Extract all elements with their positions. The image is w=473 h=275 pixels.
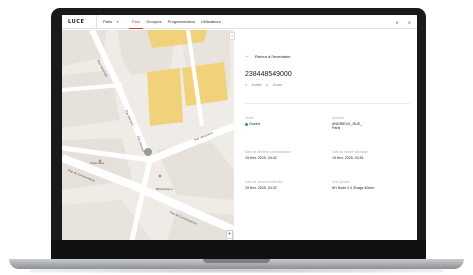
app-logo[interactable]: LUCE: [68, 19, 88, 25]
field-last-communication: Date de dernière communication 19 févr. …: [245, 150, 325, 160]
status-value: Ouvert: [249, 122, 260, 126]
nav-item-programmation[interactable]: Programmation: [165, 15, 198, 29]
map-block: [62, 70, 120, 128]
installed-icon: ⊙: [245, 83, 248, 87]
field-status: Statut Ouvert: [245, 116, 325, 126]
app-screen: LUCE Paris ▼ Parc Groupes Programmation …: [62, 15, 417, 240]
field-last-on: Date du dernier allumage 19 févr. 2025, …: [332, 150, 412, 160]
user-menu-icon[interactable]: ⊙: [408, 20, 411, 25]
map-poi-label: Bibliothèque: [156, 187, 173, 191]
nav-item-groupes[interactable]: Groupes: [143, 15, 164, 29]
field-value: Ouvert: [245, 122, 325, 126]
device-meta: ⊙ Installé ◎ Ouvert: [245, 83, 282, 87]
device-id-title: 238448549000: [245, 71, 292, 78]
field-label: Date du dernier allumage: [332, 150, 368, 154]
field-value: 19 févr. 2025, 04:32: [245, 186, 277, 190]
zoom-in-button[interactable]: +: [227, 231, 232, 238]
back-label: Retour à l'inventaire: [255, 53, 291, 59]
field-label: Date de dernière extinction: [245, 180, 284, 184]
poi-marker: [158, 174, 162, 178]
back-to-inventory-link[interactable]: ← Retour à l'inventaire: [245, 53, 290, 59]
chevron-down-icon: ▼: [116, 19, 120, 24]
nav-item-utilisateurs[interactable]: Utilisateurs: [198, 15, 224, 29]
open-icon: ◎: [265, 83, 269, 87]
device-detail-panel: ← Retour à l'inventaire 238448549000 ⊙ I…: [235, 30, 417, 240]
device-meta-open: Ouvert: [272, 83, 283, 87]
zoom-out-button[interactable]: −: [227, 238, 232, 240]
topbar-actions: fr ⊙: [396, 15, 411, 29]
field-label: Suivi produit: [332, 180, 350, 184]
laptop-notch: [203, 259, 270, 263]
field-product: Suivi produit 8H Node 2.4 Zhaga 40mm: [332, 180, 412, 190]
field-value: ANDRIEUX_RUE_ Paris: [332, 122, 363, 131]
field-value: 19 févr. 2025, 04:32: [245, 156, 277, 160]
field-label: Statut: [245, 116, 254, 120]
map-building-highlight: [182, 62, 228, 106]
field-address: Adresse ANDRIEUX_RUE_ Paris: [332, 116, 412, 130]
field-value: 8H Node 2.4 Zhaga 40mm: [332, 186, 375, 190]
map-zoom-control: + −: [226, 230, 233, 240]
map-poi-label: Pharmacie: [90, 161, 105, 165]
main-nav: Parc Groupes Programmation Utilisateurs: [129, 15, 224, 29]
map-building-highlight: [147, 68, 183, 126]
field-value: 19 févr. 2025, 03:51: [332, 156, 364, 160]
field-label: Adresse: [332, 116, 344, 120]
laptop-chin: [51, 240, 426, 259]
arrow-left-icon: ←: [245, 53, 250, 59]
city-selector[interactable]: Paris ▼: [96, 15, 124, 29]
nav-item-parc[interactable]: Parc: [129, 15, 144, 29]
field-last-off: Date de dernière extinction 19 févr. 202…: [245, 180, 325, 190]
language-button[interactable]: fr: [396, 20, 398, 25]
app-topbar: LUCE Paris ▼ Parc Groupes Programmation …: [62, 15, 417, 29]
field-label: Date de dernière communication: [245, 150, 292, 154]
status-dot: [245, 122, 248, 126]
section-divider: [245, 103, 410, 104]
map-view[interactable]: Rue Nationale Rue Barrault Rue Barrault …: [62, 30, 234, 240]
city-label: Paris: [103, 19, 113, 24]
device-meta-installed: Installé: [251, 83, 262, 87]
